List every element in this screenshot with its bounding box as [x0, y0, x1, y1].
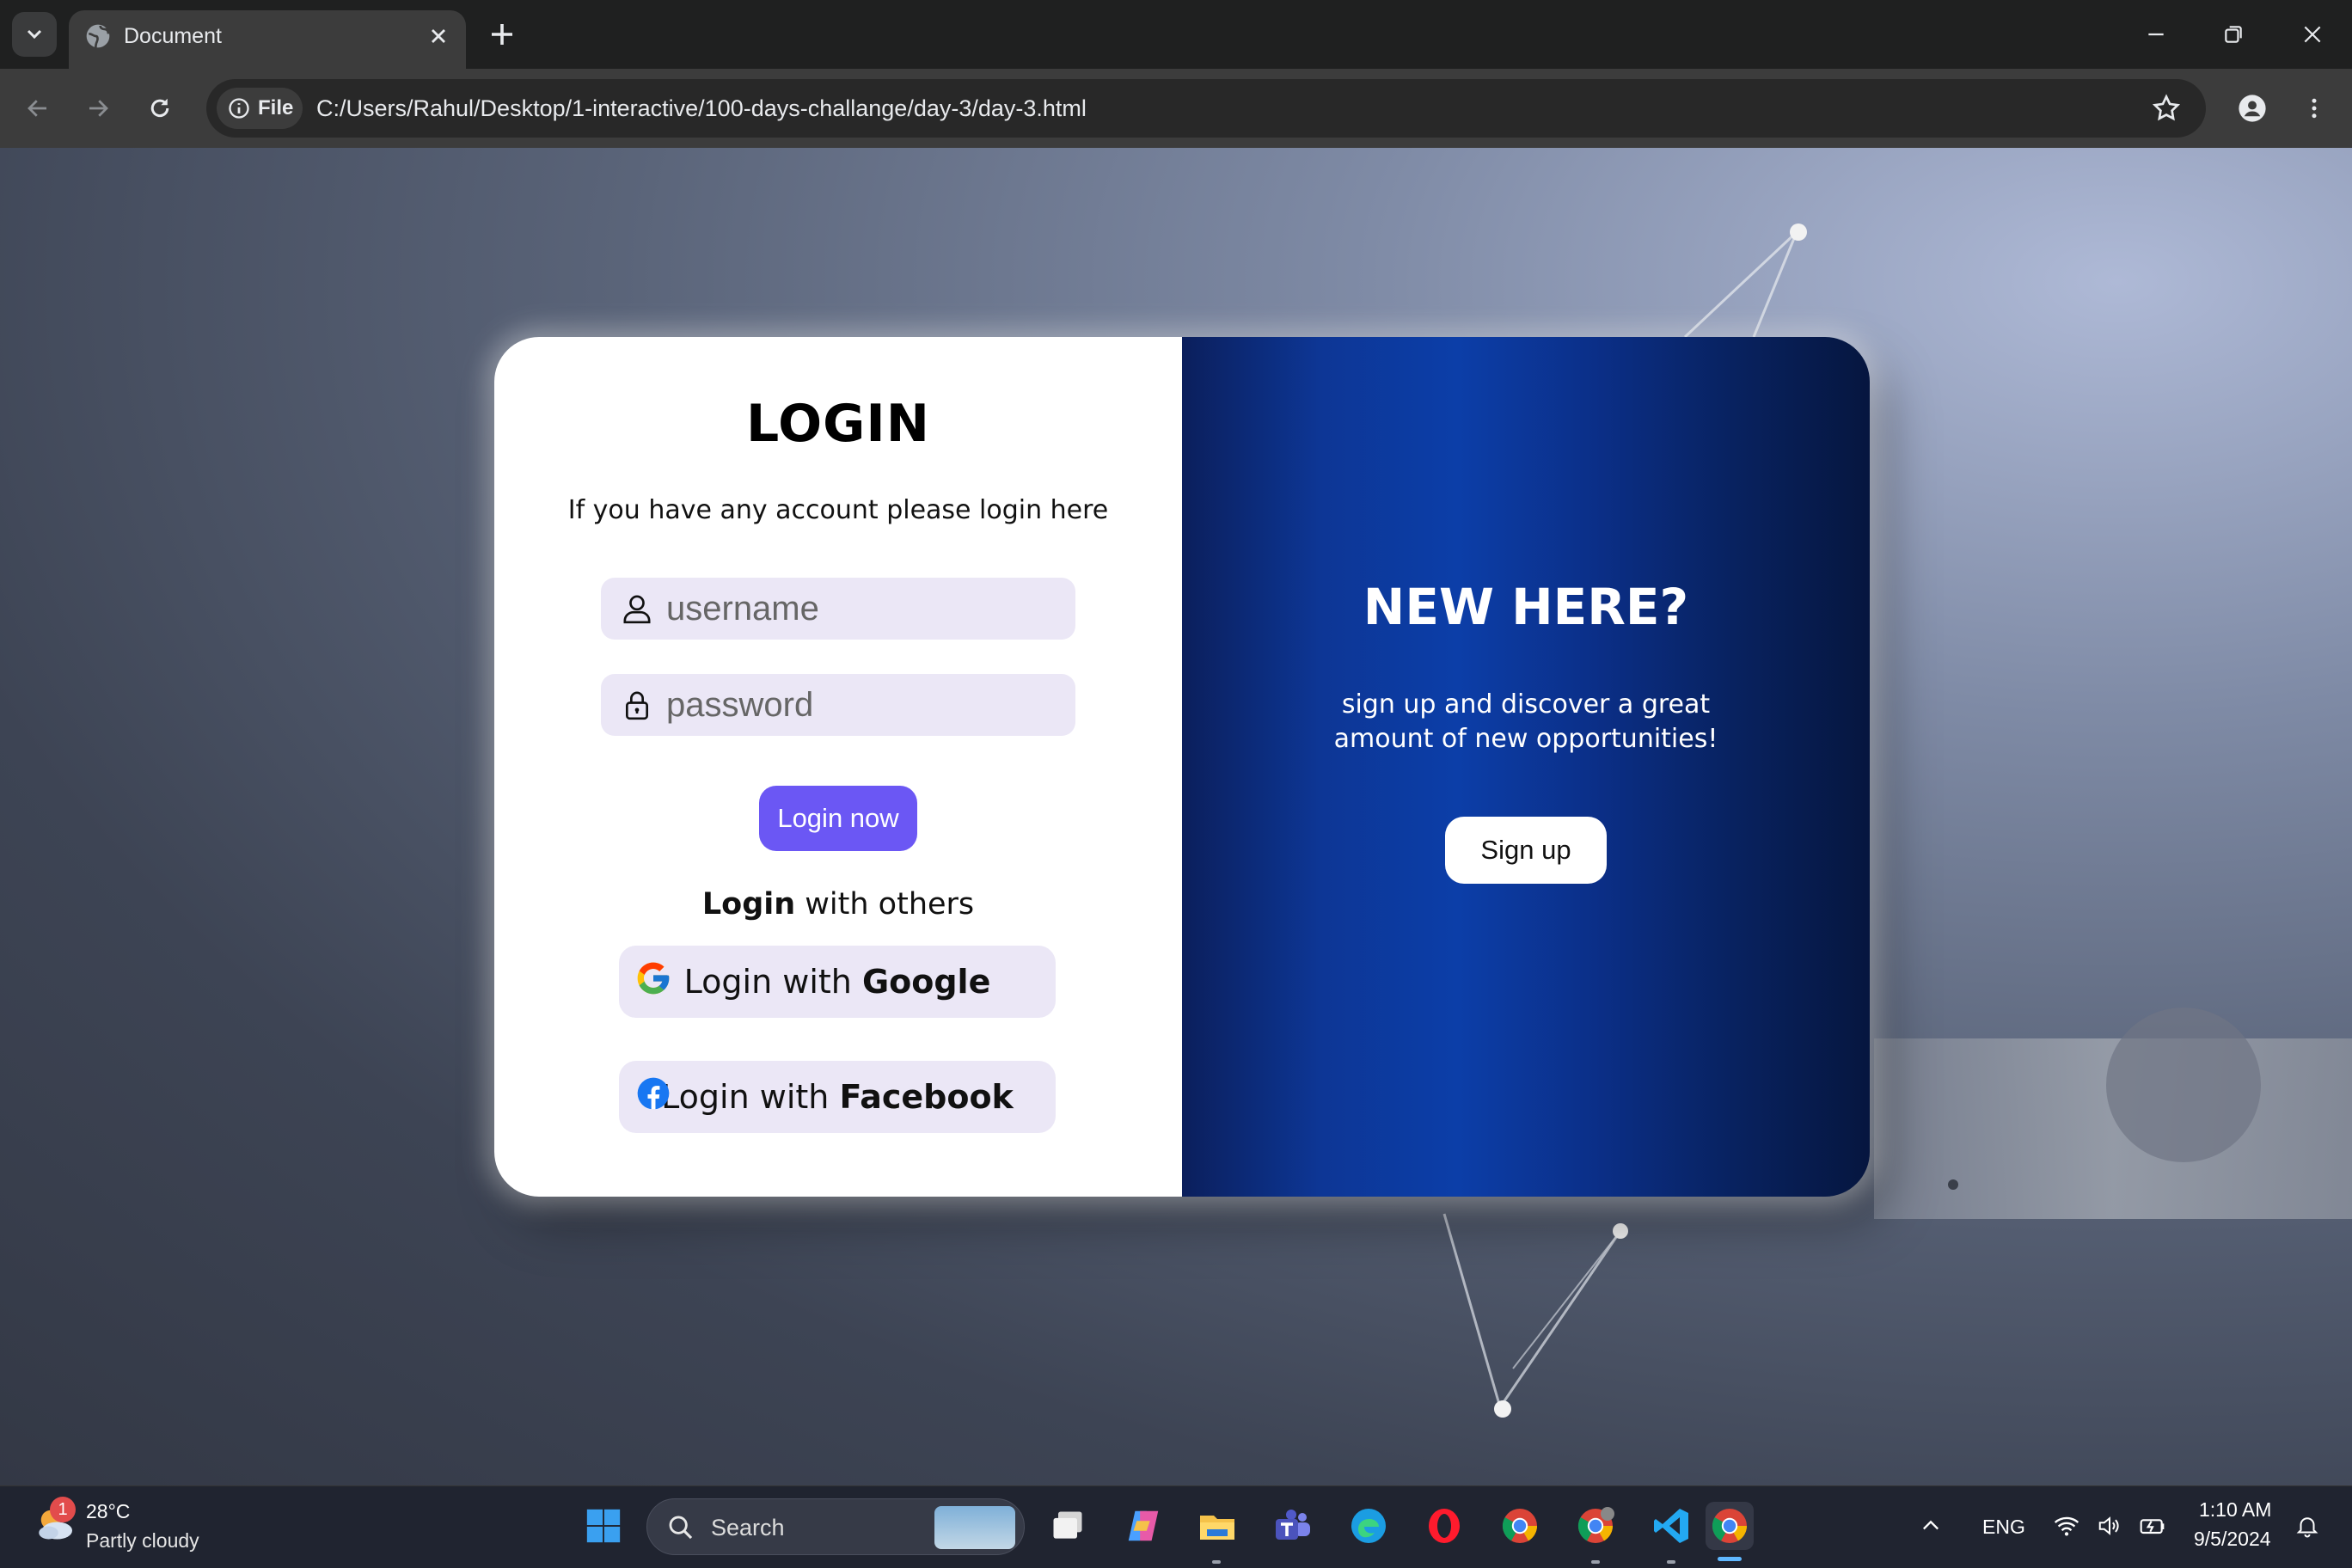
copilot-icon[interactable]: [1119, 1502, 1167, 1550]
search-icon: [669, 1516, 693, 1540]
site-info-label: File: [258, 96, 294, 119]
globe-icon: [86, 24, 110, 48]
browser-toolbar: File C:/Users/Rahul/Desktop/1-interactiv…: [0, 69, 2352, 148]
running-indicator: [1591, 1560, 1600, 1564]
sign-up-button[interactable]: Sign up: [1445, 817, 1607, 884]
search-highlight-image: [934, 1506, 1015, 1549]
login-with-facebook-button[interactable]: Login with Facebook: [619, 1061, 1056, 1133]
new-tab-icon[interactable]: [487, 19, 518, 50]
bookmark-star-icon[interactable]: [2151, 93, 2182, 124]
volume-icon[interactable]: [2092, 1502, 2127, 1550]
login-with-others-heading: Login with others: [494, 887, 1182, 922]
login-with-google-button[interactable]: Login with Google: [619, 946, 1056, 1018]
windows-taskbar: 1 28°C Partly cloudy Search ENG 1:10 AM …: [0, 1485, 2352, 1568]
others-rest-text: with others: [795, 887, 975, 922]
restore-icon[interactable]: [2214, 15, 2252, 53]
page-viewport: LOGIN If you have any account please log…: [0, 148, 2352, 1485]
tab-document[interactable]: Document: [69, 10, 466, 69]
minimize-icon[interactable]: [2137, 15, 2175, 53]
tab-search-button[interactable]: [12, 12, 57, 57]
reload-icon[interactable]: [141, 89, 179, 127]
google-label: Login with Google: [684, 963, 991, 1001]
clock-time[interactable]: 1:10 AM: [2199, 1498, 2271, 1522]
chrome-profile-icon[interactable]: [1571, 1502, 1620, 1550]
signup-panel: NEW HERE? sign up and discover a great a…: [1182, 337, 1870, 1197]
others-bold-text: Login: [701, 887, 796, 922]
edge-icon[interactable]: [1344, 1502, 1393, 1550]
login-title: LOGIN: [746, 394, 930, 454]
running-indicator: [1667, 1560, 1675, 1564]
profile-icon[interactable]: [2233, 89, 2271, 127]
info-icon: [229, 98, 249, 119]
user-icon: [623, 595, 651, 624]
chevron-down-icon: [27, 29, 42, 40]
tab-title: Document: [124, 24, 222, 48]
weather-condition[interactable]: Partly cloudy: [86, 1529, 199, 1553]
facebook-prefix: Login with: [661, 1078, 840, 1116]
new-here-title: NEW HERE?: [1363, 578, 1689, 636]
opera-icon[interactable]: [1420, 1502, 1468, 1550]
search-label: Search: [711, 1515, 785, 1540]
facebook-brand: Facebook: [839, 1078, 1014, 1116]
vscode-icon[interactable]: [1647, 1502, 1695, 1550]
lock-icon: [626, 691, 648, 720]
browser-tab-strip: Document: [0, 0, 2352, 69]
login-now-button[interactable]: Login now: [759, 786, 917, 851]
google-prefix: Login with: [683, 963, 862, 1001]
username-field[interactable]: [601, 578, 1075, 640]
facebook-label: Login with Facebook: [661, 1078, 1014, 1116]
password-input[interactable]: [666, 685, 1044, 725]
weather-badge: 1: [50, 1497, 76, 1522]
back-arrow-icon[interactable]: [19, 89, 57, 127]
taskbar-search[interactable]: Search: [646, 1498, 1025, 1555]
file-explorer-icon[interactable]: [1193, 1502, 1241, 1550]
weather-temperature[interactable]: 28°C: [86, 1500, 130, 1523]
login-card: LOGIN If you have any account please log…: [494, 337, 1870, 1197]
chrome-active-icon[interactable]: [1706, 1502, 1754, 1550]
battery-icon[interactable]: [2135, 1502, 2170, 1550]
address-bar[interactable]: File C:/Users/Rahul/Desktop/1-interactiv…: [206, 79, 2206, 138]
input-language[interactable]: ENG: [1982, 1516, 2025, 1539]
windows-start-icon[interactable]: [579, 1502, 628, 1550]
teams-icon[interactable]: [1269, 1502, 1317, 1550]
password-field[interactable]: [601, 674, 1075, 736]
window-close-icon[interactable]: [2294, 15, 2331, 53]
notification-bell-icon[interactable]: [2290, 1502, 2324, 1550]
username-input[interactable]: [666, 589, 1044, 628]
more-menu-icon[interactable]: [2295, 89, 2333, 127]
task-view-icon[interactable]: [1044, 1502, 1092, 1550]
running-indicator: [1212, 1560, 1221, 1564]
chevron-up-icon[interactable]: [1914, 1502, 1948, 1550]
google-brand: Google: [861, 963, 991, 1001]
google-icon: [637, 962, 670, 995]
clock-date[interactable]: 9/5/2024: [2194, 1528, 2271, 1551]
login-subtitle: If you have any account please login her…: [567, 495, 1109, 525]
site-info-chip[interactable]: File: [217, 88, 303, 129]
wifi-icon[interactable]: [2049, 1502, 2084, 1550]
chrome-icon[interactable]: [1496, 1502, 1544, 1550]
facebook-icon: [637, 1077, 670, 1110]
active-app-indicator: [1718, 1557, 1742, 1561]
signup-subtitle: sign up and discover a great amount of n…: [1333, 689, 1718, 754]
close-icon[interactable]: [426, 24, 450, 48]
login-panel: LOGIN If you have any account please log…: [494, 337, 1182, 1197]
forward-arrow-icon[interactable]: [79, 89, 117, 127]
url-text[interactable]: C:/Users/Rahul/Desktop/1-interactive/100…: [316, 95, 1087, 122]
